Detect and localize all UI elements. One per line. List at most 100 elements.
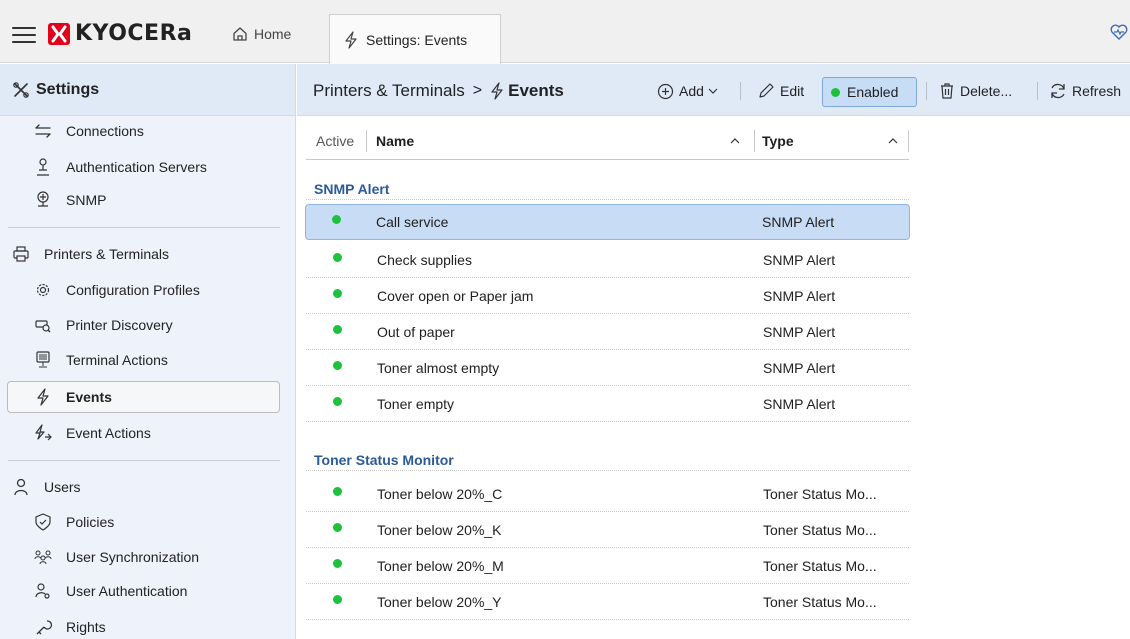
sidebar-item-rights[interactable]: Rights	[0, 610, 106, 639]
tab-label: Settings: Events	[366, 31, 468, 48]
tab-settings-events[interactable]: Settings: Events	[329, 14, 501, 64]
add-button[interactable]: Add	[653, 78, 722, 104]
enabled-label: Enabled	[847, 84, 899, 100]
row-name: Toner almost empty	[377, 360, 500, 376]
tools-icon	[13, 81, 29, 98]
table-row[interactable]: Toner below 20%_C Toner Status Mo...	[306, 476, 909, 512]
table-row[interactable]: Toner below 20%_Y Toner Status Mo...	[306, 584, 909, 620]
sidebar-item-label: Connections	[66, 123, 144, 139]
sidebar-divider	[8, 227, 280, 228]
row-name: Toner below 20%_K	[377, 522, 502, 538]
column-separator[interactable]	[366, 130, 367, 152]
group-divider	[306, 470, 909, 471]
lightning-icon	[491, 82, 503, 100]
column-separator[interactable]	[908, 130, 909, 152]
group-divider	[306, 199, 909, 200]
table-row[interactable]: Toner almost empty SNMP Alert	[306, 350, 909, 386]
sidebar-item-configuration-profiles[interactable]: Configuration Profiles	[0, 273, 200, 307]
sidebar-item-events[interactable]: Events	[0, 380, 112, 414]
lightning-icon	[32, 388, 54, 406]
sidebar-item-authentication-servers[interactable]: Authentication Servers	[0, 150, 207, 184]
row-type: SNMP Alert	[763, 360, 836, 376]
sort-ascending-icon	[888, 138, 898, 144]
sidebar-item-connections[interactable]: Connections	[0, 114, 144, 148]
printer-icon	[10, 245, 32, 263]
add-label: Add	[679, 83, 704, 99]
breadcrumb-parent[interactable]: Printers & Terminals	[313, 81, 465, 101]
table-row[interactable]: Out of paper SNMP Alert	[306, 314, 909, 350]
active-status-dot	[333, 487, 342, 496]
column-separator[interactable]	[754, 130, 755, 152]
column-header-type[interactable]: Type	[762, 130, 908, 152]
sidebar-item-user-authentication[interactable]: User Authentication	[0, 574, 187, 608]
rights-icon	[32, 618, 54, 636]
sidebar-item-snmp[interactable]: SNMP	[0, 183, 106, 217]
sidebar-divider	[8, 460, 280, 461]
delete-button[interactable]: Delete...	[935, 78, 1016, 104]
home-tab[interactable]: Home	[232, 26, 291, 42]
table-row[interactable]: Check supplies SNMP Alert	[306, 242, 909, 278]
enabled-toggle-button[interactable]: Enabled	[822, 77, 917, 107]
row-name: Toner below 20%_C	[377, 486, 503, 502]
sidebar-item-label: Policies	[66, 514, 115, 530]
sidebar-item-users[interactable]: Users	[0, 470, 81, 504]
gear-icon	[32, 282, 54, 298]
refresh-button[interactable]: Refresh	[1045, 78, 1125, 104]
edit-button[interactable]: Edit	[753, 78, 808, 104]
table-row[interactable]: Cover open or Paper jam SNMP Alert	[306, 278, 909, 314]
active-status-dot	[333, 325, 342, 334]
toolbar-divider	[1037, 82, 1038, 100]
table-row[interactable]: Toner below 20%_K Toner Status Mo...	[306, 512, 909, 548]
sidebar-item-label: User Authentication	[66, 583, 188, 599]
sidebar-item-printers-terminals[interactable]: Printers & Terminals	[0, 237, 169, 271]
authentication-servers-icon	[32, 158, 54, 176]
event-actions-icon	[32, 424, 54, 442]
row-type: SNMP Alert	[763, 288, 836, 304]
hamburger-menu-icon[interactable]	[12, 27, 36, 43]
edit-label: Edit	[780, 83, 805, 99]
row-type: SNMP Alert	[762, 214, 835, 230]
sidebar-item-printer-discovery[interactable]: Printer Discovery	[0, 308, 173, 342]
row-name: Check supplies	[377, 252, 472, 268]
sidebar-item-label: Terminal Actions	[66, 352, 168, 368]
active-status-dot	[333, 523, 342, 532]
row-type: SNMP Alert	[763, 324, 836, 340]
delete-label: Delete...	[960, 83, 1013, 99]
settings-sidebar: Settings Connections Authentication Serv…	[0, 64, 296, 639]
table-row[interactable]: Toner empty SNMP Alert	[306, 386, 909, 422]
breadcrumb-current: Events	[508, 81, 564, 100]
sidebar-item-user-synchronization[interactable]: User Synchronization	[0, 540, 199, 574]
sidebar-item-policies[interactable]: Policies	[0, 505, 114, 539]
column-header-name[interactable]: Name	[376, 130, 752, 152]
table-row[interactable]: Toner below 20%_M Toner Status Mo...	[306, 548, 909, 584]
row-type: Toner Status Mo...	[763, 558, 877, 574]
refresh-icon	[1051, 83, 1065, 99]
pencil-icon	[759, 83, 774, 98]
row-type: Toner Status Mo...	[763, 522, 877, 538]
row-type: SNMP Alert	[763, 252, 836, 268]
group-header[interactable]: Toner Status Monitor	[314, 452, 454, 468]
sidebar-item-label: Printer Discovery	[66, 317, 173, 333]
toolbar: Printers & Terminals > Events Add Edit E…	[297, 64, 1130, 116]
sidebar-item-label: Users	[44, 479, 81, 495]
sidebar-item-label: Configuration Profiles	[66, 282, 200, 298]
sidebar-item-terminal-actions[interactable]: Terminal Actions	[0, 343, 168, 377]
kyocera-logo-mark-icon	[48, 23, 70, 45]
terminal-icon	[32, 351, 54, 369]
table-row[interactable]: Call service SNMP Alert	[305, 204, 910, 240]
toolbar-divider	[926, 82, 927, 100]
row-name: Cover open or Paper jam	[377, 288, 534, 304]
group-header[interactable]: SNMP Alert	[314, 181, 389, 197]
sidebar-item-event-actions[interactable]: Event Actions	[0, 416, 151, 450]
trash-icon	[941, 83, 953, 99]
sidebar-item-label: Event Actions	[66, 425, 151, 441]
top-bar: KYOCERa Home Settings: Events	[0, 0, 1130, 64]
column-header-active[interactable]: Active	[316, 130, 354, 152]
home-icon	[233, 27, 247, 41]
refresh-label: Refresh	[1072, 83, 1122, 99]
heartbeat-icon[interactable]	[1110, 24, 1128, 43]
active-status-dot	[333, 289, 342, 298]
logo-text: KYOCERa	[75, 21, 193, 46]
sidebar-title: Settings	[36, 80, 100, 98]
breadcrumb: Printers & Terminals > Events	[313, 81, 564, 101]
